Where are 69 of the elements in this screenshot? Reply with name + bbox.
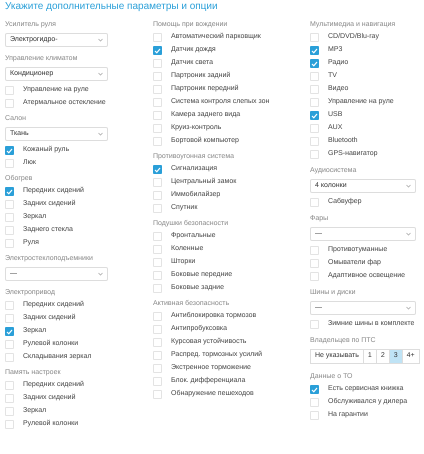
checkbox[interactable] (310, 124, 319, 133)
checkbox[interactable] (310, 46, 319, 55)
checkbox[interactable] (5, 226, 14, 235)
checkbox[interactable] (310, 411, 319, 420)
checkbox[interactable] (153, 271, 162, 280)
checkbox[interactable] (5, 327, 14, 336)
checkbox[interactable] (153, 364, 162, 373)
checkbox[interactable] (310, 259, 319, 268)
checkbox[interactable] (153, 178, 162, 187)
checkbox[interactable] (5, 213, 14, 222)
checkbox[interactable] (153, 46, 162, 55)
checkbox[interactable] (153, 258, 162, 267)
checkbox[interactable] (153, 85, 162, 94)
checkbox[interactable] (5, 353, 14, 362)
caret-icon (98, 272, 103, 276)
checkbox[interactable] (5, 340, 14, 349)
checkbox[interactable] (310, 150, 319, 159)
checkbox[interactable] (153, 59, 162, 68)
checkbox[interactable] (310, 246, 319, 255)
checkbox[interactable] (5, 314, 14, 323)
checkbox[interactable] (153, 377, 162, 386)
checkbox[interactable] (310, 72, 319, 81)
checkbox[interactable] (153, 245, 162, 254)
checkbox[interactable] (310, 320, 319, 329)
checkbox[interactable] (5, 200, 14, 209)
checkbox[interactable] (153, 390, 162, 399)
checkbox[interactable] (153, 191, 162, 200)
checkbox[interactable] (310, 385, 319, 394)
checkbox[interactable] (153, 351, 162, 360)
checkbox[interactable] (5, 420, 14, 429)
checkbox[interactable] (310, 137, 319, 146)
checkbox[interactable] (310, 272, 319, 281)
checkbox[interactable] (153, 111, 162, 120)
checkbox[interactable] (5, 394, 14, 403)
checkbox[interactable] (153, 72, 162, 81)
checkbox[interactable] (310, 198, 319, 207)
checkbox[interactable] (153, 284, 162, 293)
checkbox[interactable] (153, 137, 162, 146)
checkbox[interactable] (310, 98, 319, 107)
checkbox[interactable] (5, 159, 14, 168)
checkbox[interactable] (310, 398, 319, 407)
checkbox[interactable] (153, 124, 162, 133)
checkbox[interactable] (5, 187, 14, 196)
checkbox[interactable] (5, 146, 14, 155)
checkbox[interactable] (5, 239, 14, 248)
checkbox[interactable] (310, 111, 319, 120)
checkbox[interactable] (153, 232, 162, 241)
checkbox[interactable] (5, 301, 14, 310)
caret-icon (406, 232, 411, 236)
caret-icon (406, 306, 411, 310)
caret-icon (98, 72, 103, 76)
checkbox[interactable] (310, 59, 319, 68)
checkbox[interactable] (310, 33, 319, 42)
checkbox[interactable] (153, 33, 162, 42)
page-title: Укажите дополнительные параметры и опции (5, 1, 219, 13)
caret-icon (98, 132, 103, 136)
checkbox[interactable] (153, 98, 162, 107)
checkbox[interactable] (5, 381, 14, 390)
caret-icon (98, 38, 103, 42)
checkbox[interactable] (153, 312, 162, 321)
caret-icon (406, 184, 411, 188)
checkbox[interactable] (153, 204, 162, 213)
checkbox[interactable] (5, 99, 14, 108)
checkbox[interactable] (153, 165, 162, 174)
checkbox[interactable] (5, 86, 14, 95)
checkbox[interactable] (153, 325, 162, 334)
checkbox[interactable] (153, 338, 162, 347)
checkbox[interactable] (5, 407, 14, 416)
checkbox[interactable] (310, 85, 319, 94)
